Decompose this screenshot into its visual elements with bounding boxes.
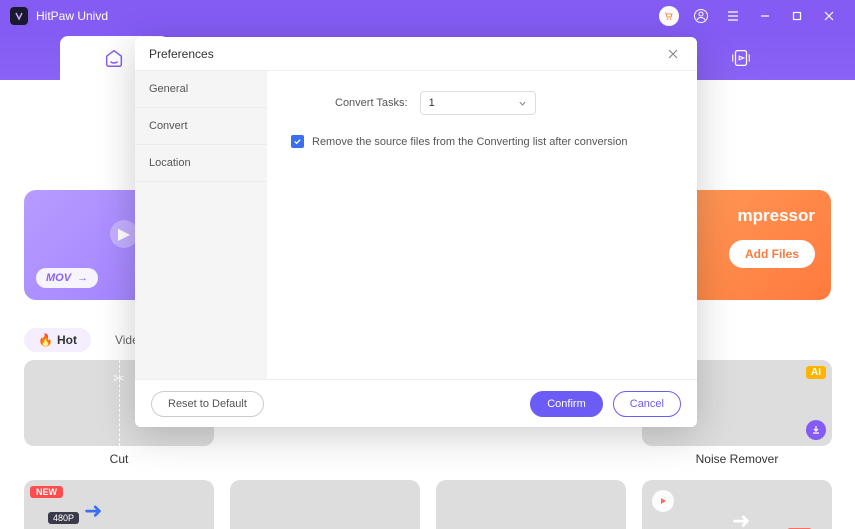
play-overlay-icon [652,490,674,512]
card-cut-label: Cut [24,452,214,466]
card-video-to-gif[interactable]: ➜ GIF Video to GIF [642,480,832,529]
mov-format-chip: MOV→ [36,268,98,288]
scissors-icon: ✂ [113,370,125,387]
minimize-button[interactable] [749,0,781,32]
close-button[interactable] [813,0,845,32]
convert-tasks-label: Convert Tasks: [335,97,408,109]
close-icon [823,10,835,22]
card-noise-label: Noise Remover [642,452,832,466]
resolution-chip: 480P [48,512,79,524]
cancel-button[interactable]: Cancel [613,391,681,417]
filter-hot-label: Hot [57,333,77,347]
cart-icon [659,6,679,26]
reel-icon [730,47,752,69]
close-icon [667,48,679,60]
mov-label: MOV [46,272,71,284]
new-badge: NEW [30,486,63,498]
card-video-enhancer[interactable]: NEW 480P ➜ Video Enhancer [24,480,214,529]
sidebar-item-convert[interactable]: Convert [135,108,267,145]
arrow-icon: ➜ [732,508,750,529]
card-gif-thumb: ➜ GIF [642,480,832,529]
card-editor-thumb [230,480,420,529]
remove-source-label: Remove the source files from the Convert… [312,136,627,148]
user-icon [693,8,709,24]
account-button[interactable] [685,0,717,32]
checkbox-checked-icon [291,135,304,148]
add-files-button[interactable]: Add Files [729,240,815,268]
sidebar-item-location[interactable]: Location [135,145,267,182]
preferences-body: General Convert Location Convert Tasks: … [135,71,697,379]
card-bg-thumb [436,480,626,529]
card-background-remover[interactable]: Background Remover [436,480,626,529]
preferences-header: Preferences [135,37,697,71]
preferences-sidebar: General Convert Location [135,71,267,379]
card-editor[interactable]: Editor [230,480,420,529]
preferences-title: Preferences [149,47,663,61]
menu-button[interactable] [717,0,749,32]
app-title: HitPaw Univd [36,9,653,23]
cart-button[interactable] [653,0,685,32]
home-icon [103,47,125,69]
app-logo [10,7,28,25]
convert-tasks-select[interactable]: 1 [420,91,536,115]
ai-badge: AI [806,366,826,379]
card-enh-thumb: NEW 480P ➜ [24,480,214,529]
nav-tab-media[interactable] [686,36,795,80]
flame-icon: 🔥 [38,333,53,347]
titlebar: HitPaw Univd [0,0,855,32]
play-icon: ▶ [110,220,138,248]
maximize-button[interactable] [781,0,813,32]
minimize-icon [759,10,771,22]
download-icon[interactable] [806,420,826,440]
preferences-close-button[interactable] [663,44,683,64]
preferences-dialog: Preferences General Convert Location Con… [135,37,697,427]
filter-hot[interactable]: 🔥 Hot [24,328,91,352]
remove-source-checkbox[interactable]: Remove the source files from the Convert… [291,135,673,148]
maximize-icon [791,10,803,22]
menu-icon [726,9,740,23]
confirm-button[interactable]: Confirm [530,391,603,417]
preferences-footer: Reset to Default Confirm Cancel [135,379,697,427]
chevron-down-icon [518,99,527,108]
preferences-content: Convert Tasks: 1 Remove the source files… [267,71,697,379]
arrow-icon: ➜ [84,498,102,524]
convert-tasks-value: 1 [429,97,435,109]
reset-default-button[interactable]: Reset to Default [151,391,264,417]
sidebar-item-general[interactable]: General [135,71,267,108]
tools-row-2: NEW 480P ➜ Video Enhancer Editor Backgro… [24,480,832,529]
